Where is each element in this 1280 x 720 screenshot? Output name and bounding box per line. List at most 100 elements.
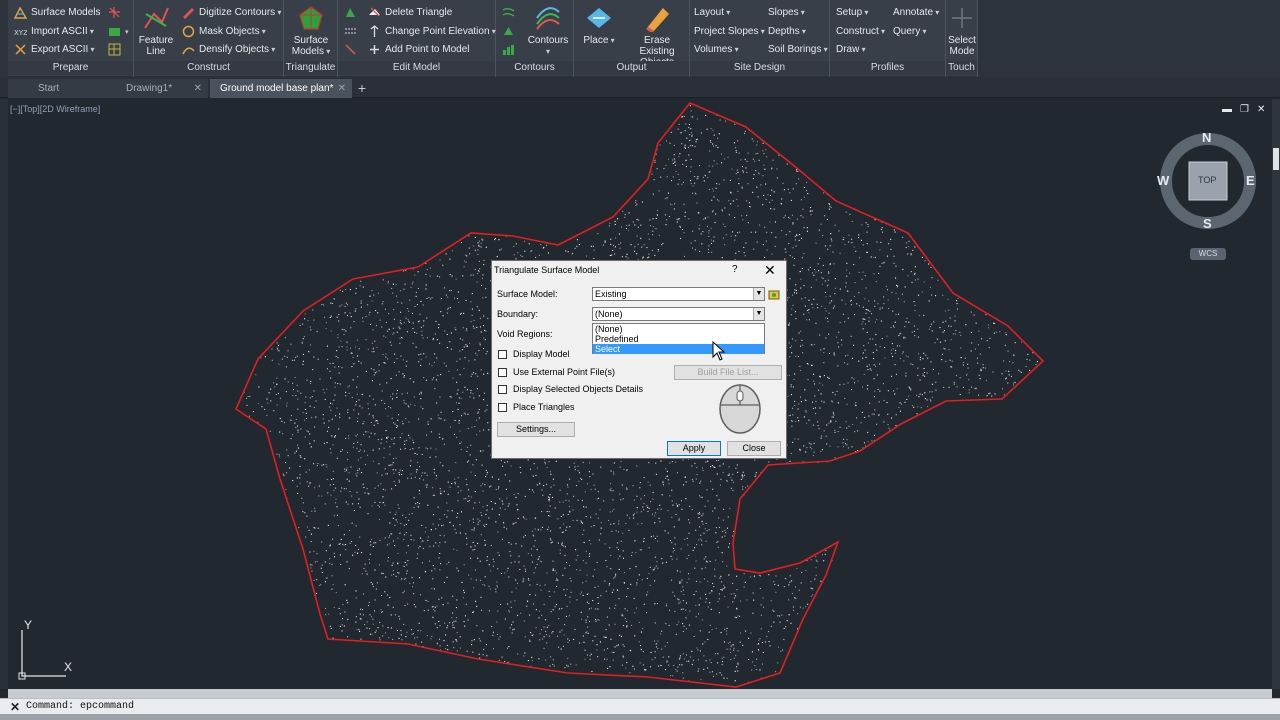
change-point-elevation-button[interactable]: Change Point Elevation <box>368 23 496 40</box>
select-mode-button[interactable]: Select Mode <box>946 4 978 57</box>
survey-point <box>524 534 526 536</box>
survey-point <box>744 130 746 132</box>
survey-point <box>486 350 488 352</box>
tab-ground-model[interactable]: Ground model base plan* ✕ <box>210 79 352 98</box>
survey-point <box>931 277 933 279</box>
survey-point <box>652 234 654 236</box>
survey-point <box>728 466 730 468</box>
survey-point <box>743 246 745 248</box>
survey-point <box>796 170 798 172</box>
survey-point <box>403 322 405 324</box>
survey-point <box>678 599 680 601</box>
survey-point <box>387 560 389 562</box>
tab-ground-model-close-icon[interactable]: ✕ <box>338 79 346 98</box>
volumes-button[interactable]: Volumes <box>694 41 739 58</box>
prepare-tool-3-button[interactable] <box>108 41 121 58</box>
contours-button[interactable]: Contours <box>526 4 570 57</box>
survey-point <box>807 379 809 381</box>
survey-point <box>306 515 308 517</box>
survey-point <box>876 374 878 376</box>
import-ascii-button[interactable]: XYZ Import ASCII <box>14 23 94 40</box>
setup-button[interactable]: Setup <box>836 4 868 21</box>
survey-point <box>528 243 530 245</box>
survey-point <box>714 507 716 509</box>
erase-existing-objects-button[interactable]: Erase Existing Objects <box>626 4 688 68</box>
contours-tool-3-button[interactable] <box>502 41 515 58</box>
survey-point <box>344 611 346 613</box>
place-button[interactable]: Place <box>582 4 616 46</box>
survey-point <box>868 364 870 366</box>
soil-borings-button[interactable]: Soil Borings <box>768 41 828 58</box>
survey-point <box>412 342 414 344</box>
feature-line-button[interactable]: Feature Line <box>138 4 174 57</box>
survey-point <box>430 529 432 531</box>
survey-point <box>732 200 734 202</box>
edit-tool-1-button[interactable] <box>344 4 357 21</box>
survey-point <box>688 519 690 521</box>
panel-prepare: Surface Models XYZ Import ASCII Export A… <box>8 0 134 77</box>
survey-point <box>344 468 346 470</box>
survey-point <box>683 625 685 627</box>
survey-point <box>540 244 542 246</box>
profiles-construct-button[interactable]: Construct <box>836 23 885 40</box>
survey-point <box>458 301 460 303</box>
digitize-contours-button[interactable]: Digitize Contours <box>182 4 281 21</box>
triangulate-surface-models-button[interactable]: Surface Models <box>290 4 332 57</box>
survey-point <box>644 495 646 497</box>
depths-button[interactable]: Depths <box>768 23 806 40</box>
survey-point <box>680 500 682 502</box>
prepare-tool-2-button[interactable]: ▾ <box>108 23 129 40</box>
survey-point <box>788 599 790 601</box>
survey-point <box>683 594 685 596</box>
survey-point <box>812 455 814 457</box>
survey-point <box>810 207 812 209</box>
survey-point <box>304 408 306 410</box>
survey-point <box>414 476 416 478</box>
mask-objects-button[interactable]: Mask Objects <box>182 23 266 40</box>
tab-drawing1[interactable]: Drawing1* ✕ <box>96 79 208 98</box>
contours-tool-1-button[interactable] <box>502 4 515 21</box>
edit-tool-3-button[interactable] <box>344 41 357 58</box>
survey-point <box>798 420 800 422</box>
survey-point <box>337 337 339 339</box>
survey-point <box>446 576 448 578</box>
edit-tool-2-button[interactable] <box>344 23 357 40</box>
query-button[interactable]: Query <box>893 23 926 40</box>
survey-point <box>413 442 415 444</box>
add-point-to-model-button[interactable]: Add Point to Model <box>368 41 470 58</box>
slopes-button[interactable]: Slopes <box>768 4 805 21</box>
annotate-button[interactable]: Annotate <box>893 4 939 21</box>
delete-triangle-button[interactable]: Delete Triangle <box>368 4 452 21</box>
survey-point <box>887 299 889 301</box>
survey-point <box>329 558 331 560</box>
survey-point <box>399 337 401 339</box>
survey-point <box>802 216 804 218</box>
feature-line-label: Feature Line <box>138 35 174 57</box>
export-ascii-button[interactable]: Export ASCII <box>14 41 95 58</box>
survey-point <box>381 438 383 440</box>
survey-point <box>905 242 907 244</box>
survey-point <box>455 639 457 641</box>
survey-point <box>597 517 599 519</box>
layout-button[interactable]: Layout <box>694 4 730 21</box>
draw-button[interactable]: Draw <box>836 41 866 58</box>
densify-objects-button[interactable]: Densify Objects <box>182 41 275 58</box>
survey-point <box>626 610 628 612</box>
contours-tool-2-button[interactable] <box>502 23 515 40</box>
prepare-tool-1-button[interactable] <box>108 4 121 21</box>
survey-point <box>921 256 923 258</box>
survey-point <box>429 545 431 547</box>
survey-point <box>876 423 878 425</box>
survey-point <box>530 468 532 470</box>
survey-point <box>808 319 810 321</box>
new-tab-plus-icon[interactable]: + <box>354 80 370 96</box>
survey-point <box>862 352 864 354</box>
survey-point <box>472 274 474 276</box>
survey-point <box>391 287 393 289</box>
survey-point <box>390 533 392 535</box>
project-slopes-button[interactable]: Project Slopes <box>694 23 765 40</box>
tab-drawing1-close-icon[interactable]: ✕ <box>194 79 202 98</box>
survey-point <box>456 381 458 383</box>
surface-models-button[interactable]: Surface Models <box>14 4 100 21</box>
survey-point <box>597 491 599 493</box>
